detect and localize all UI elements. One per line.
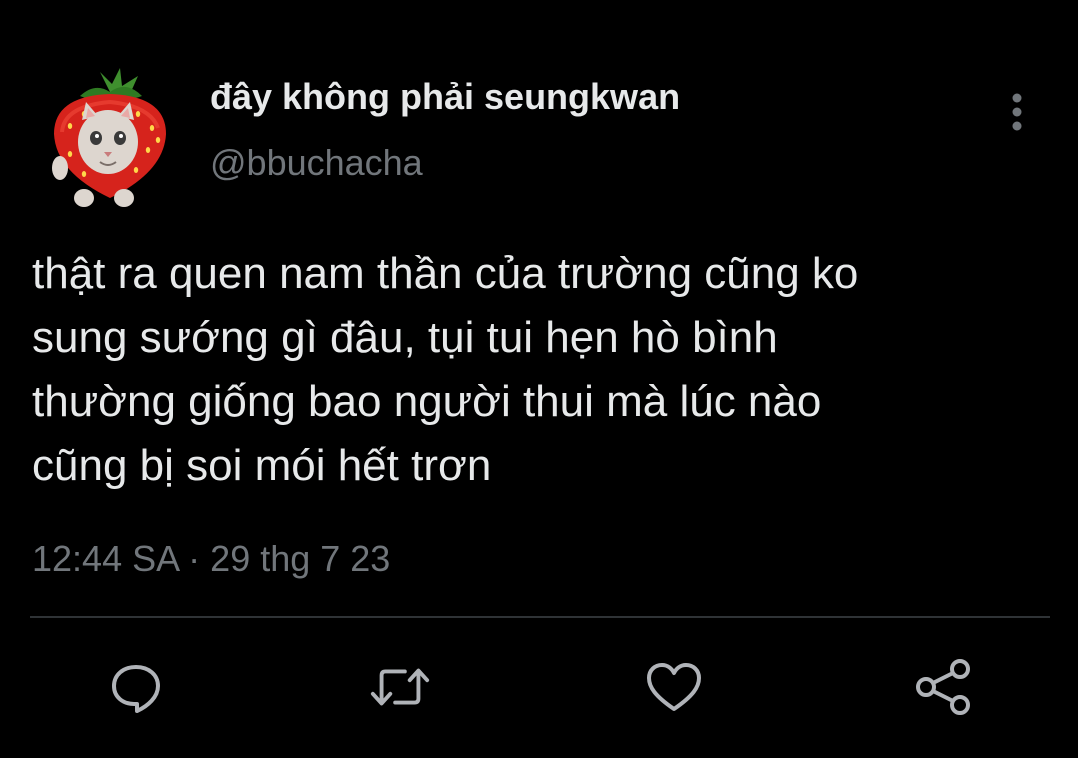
tweet-text-line: thật ra quen nam thần của trường cũng ko [32,249,859,298]
meta-separator: · [188,538,201,579]
retweet-button[interactable] [368,655,432,719]
share-button[interactable] [912,655,976,719]
tweet-text-line: cũng bị soi mói hết trơn [32,441,492,490]
heart-icon [647,663,701,711]
tweet-time: 12:44 SA [32,538,179,579]
display-name[interactable]: đây không phải seungkwan [210,76,680,118]
tweet-timestamp[interactable]: 12:44 SA · 29 thg 7 23 [32,538,390,580]
tweet-date: 29 thg 7 23 [210,538,391,579]
like-button[interactable] [642,655,706,719]
tweet-text-line: sung sướng gì đâu, tụi tui hẹn hò bình [32,313,778,362]
user-handle[interactable]: @bbuchacha [210,142,423,184]
avatar[interactable] [40,62,180,210]
share-icon [916,659,970,715]
vertical-ellipsis-icon [1012,93,1022,131]
more-options-button[interactable] [1000,88,1034,136]
reply-button[interactable] [104,655,168,719]
retweet-icon [370,668,430,706]
divider [30,616,1050,618]
strawberry-cat-avatar-icon [52,68,166,207]
reply-bubble-icon [112,665,160,713]
tweet-text-line: thường giống bao người thui mà lúc nào [32,377,822,426]
tweet-text: thật ra quen nam thần của trường cũng ko… [32,242,1062,498]
